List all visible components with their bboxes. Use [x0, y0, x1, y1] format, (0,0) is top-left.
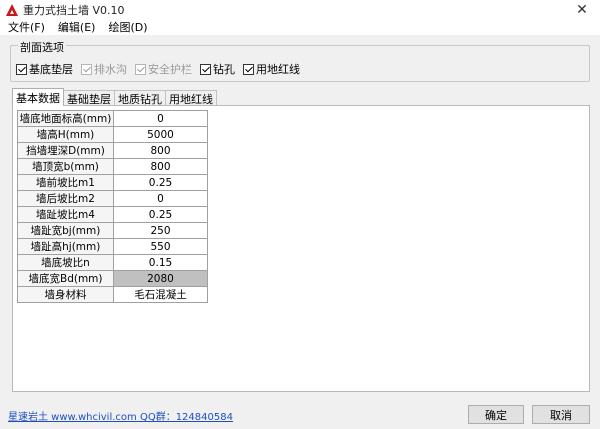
param-label: 墙身材料	[17, 286, 114, 303]
checkbox-land-redline[interactable]: 用地红线	[243, 61, 300, 77]
param-label: 墙趾坡比m4	[17, 206, 114, 223]
param-value[interactable]: 250	[113, 222, 208, 239]
param-label: 墙高H(mm)	[17, 126, 114, 143]
param-value[interactable]: 0.25	[113, 174, 208, 191]
dialog-body: 剖面选项 基底垫层 排水沟 安全护栏 钻孔 用地红线 基本数据 基础垫层 地质钻…	[0, 35, 600, 429]
checkbox-drainage-ditch: 排水沟	[81, 61, 127, 77]
tab-basic-data[interactable]: 基本数据	[12, 88, 64, 106]
param-label: 墙顶宽b(mm)	[17, 158, 114, 175]
param-value[interactable]: 0.25	[113, 206, 208, 223]
table-row: 墙趾坡比m4 0.25	[17, 206, 208, 223]
table-row: 墙后坡比m2 0	[17, 190, 208, 207]
cancel-button[interactable]: 取消	[532, 405, 590, 424]
checkbox-label: 钻孔	[213, 63, 235, 76]
param-value[interactable]: 800	[113, 158, 208, 175]
param-label: 墙底宽Bd(mm)	[17, 270, 114, 287]
checkbox-borehole[interactable]: 钻孔	[200, 61, 235, 77]
param-label: 墙趾高hj(mm)	[17, 238, 114, 255]
ok-button[interactable]: 确定	[468, 405, 524, 424]
param-label: 墙前坡比m1	[17, 174, 114, 191]
tab-foundation-cushion[interactable]: 基础垫层	[63, 90, 115, 106]
close-button[interactable]: ✕	[564, 0, 600, 20]
table-row: 挡墙埋深D(mm) 800	[17, 142, 208, 159]
checkbox-label: 基底垫层	[29, 63, 73, 76]
param-value[interactable]: 毛石混凝土	[113, 286, 208, 303]
tab-land-redline[interactable]: 用地红线	[165, 90, 217, 106]
param-label: 墙底坡比n	[17, 254, 114, 271]
menu-file[interactable]: 文件(F)	[4, 19, 49, 35]
menu-bar: 文件(F) 编辑(E) 绘图(D)	[0, 19, 600, 35]
checkbox-checked-icon[interactable]	[243, 63, 254, 75]
checkbox-checked-icon[interactable]	[200, 63, 211, 75]
title-bar: 重力式挡土墙 V0.10 ✕	[0, 0, 600, 20]
checkbox-guardrail: 安全护栏	[135, 61, 192, 77]
table-row: 墙趾高hj(mm) 550	[17, 238, 208, 255]
table-row: 墙趾宽bj(mm) 250	[17, 222, 208, 239]
param-value[interactable]: 0	[113, 190, 208, 207]
table-row: 墙高H(mm) 5000	[17, 126, 208, 143]
param-value[interactable]: 550	[113, 238, 208, 255]
param-label: 墙底地面标高(mm)	[17, 110, 114, 127]
param-value[interactable]: 800	[113, 142, 208, 159]
param-value[interactable]: 5000	[113, 126, 208, 143]
param-label: 墙后坡比m2	[17, 190, 114, 207]
section-options-group: 剖面选项 基底垫层 排水沟 安全护栏 钻孔 用地红线	[10, 39, 590, 82]
param-value[interactable]: 0	[113, 110, 208, 127]
checkbox-checked-icon	[135, 63, 146, 75]
checkbox-label: 用地红线	[256, 63, 300, 76]
menu-edit[interactable]: 编辑(E)	[54, 19, 100, 35]
website-link[interactable]: 星速岩土 www.whcivil.com QQ群：124840584	[8, 408, 233, 423]
table-row: 墙顶宽b(mm) 800	[17, 158, 208, 175]
table-row: 墙前坡比m1 0.25	[17, 174, 208, 191]
basic-data-panel: 墙底地面标高(mm) 0 墙高H(mm) 5000 挡墙埋深D(mm) 800 墙顶宽b(m…	[12, 105, 590, 392]
param-value: 2080	[113, 270, 208, 287]
tab-geological-borehole[interactable]: 地质钻孔	[114, 90, 166, 106]
checkbox-checked-icon	[81, 63, 92, 75]
checkbox-label: 排水沟	[94, 63, 127, 76]
table-row: 墙底地面标高(mm) 0	[17, 110, 208, 127]
section-options-list: 基底垫层 排水沟 安全护栏 钻孔 用地红线	[16, 61, 308, 77]
checkbox-base-cushion[interactable]: 基底垫层	[16, 61, 73, 77]
menu-draw[interactable]: 绘图(D)	[104, 19, 151, 35]
table-row: 墙底宽Bd(mm) 2080	[17, 270, 208, 287]
table-row: 墙底坡比n 0.15	[17, 254, 208, 271]
window-title: 重力式挡土墙 V0.10	[23, 4, 125, 17]
checkbox-label: 安全护栏	[148, 63, 192, 76]
app-logo-icon	[6, 4, 18, 16]
tab-strip: 基本数据 基础垫层 地质钻孔 用地红线	[12, 88, 217, 106]
checkbox-checked-icon[interactable]	[16, 63, 27, 75]
param-label: 墙趾宽bj(mm)	[17, 222, 114, 239]
table-row: 墙身材料 毛石混凝土	[17, 286, 208, 303]
basic-data-grid: 墙底地面标高(mm) 0 墙高H(mm) 5000 挡墙埋深D(mm) 800 墙顶宽b(m…	[17, 110, 208, 303]
section-options-title: 剖面选项	[18, 39, 66, 55]
param-value[interactable]: 0.15	[113, 254, 208, 271]
param-label: 挡墙埋深D(mm)	[17, 142, 114, 159]
